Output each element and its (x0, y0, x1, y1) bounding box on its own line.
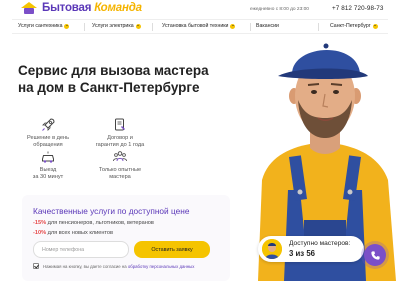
team-icon (113, 151, 127, 162)
city-selector-label: Санкт-Петербург (330, 23, 371, 29)
site-header: Бытовая Команда ежедневно с 8:00 до 23:0… (0, 0, 400, 20)
submit-request-button[interactable]: Оставить заявку (134, 241, 210, 258)
feature-text-line1: Только опытные (98, 167, 142, 173)
car-icon (42, 151, 54, 163)
logo-text-part1: Бытовая (42, 2, 92, 14)
chevron-down-icon (372, 23, 378, 29)
feature-text-line2: за 30 минут (32, 174, 64, 180)
logo-text-part2: Команда (94, 2, 142, 14)
discount-line-pensioners: -15% для пенсионеров, льготников, ветера… (33, 220, 154, 226)
consent-text: Нажимая на кнопку, вы даете согласие на … (43, 263, 195, 269)
consent-row: Нажимая на кнопку, вы даете согласие на … (33, 263, 194, 269)
nav-divider (84, 23, 85, 31)
promo-card: Качественные услуги по доступной цене -1… (22, 195, 230, 281)
header-phone-link[interactable]: +7 812 720-98-73 (332, 5, 384, 12)
hero-title: Сервис для вызова мастера на дом в Санкт… (18, 62, 209, 96)
feature-text-line1: Договор и (107, 135, 133, 141)
nav-item-appliances[interactable]: Установка бытовой техники (162, 23, 236, 29)
consent-checkbox[interactable] (33, 263, 39, 269)
feature-contract: Договор и гарантия до 1 года (85, 117, 155, 149)
contract-icon (115, 118, 125, 131)
nav-item-plumber[interactable]: Услуги сантехника (18, 23, 70, 29)
hero-title-line2: на дом в Санкт-Петербурге (18, 80, 200, 95)
chevron-down-icon (230, 23, 236, 29)
phone-icon (370, 250, 380, 260)
feature-text-line1: Выезд (39, 167, 57, 173)
discount-line-new-clients: -10% для всех новых клиентов (33, 230, 113, 236)
discount-text: для всех новых клиентов (46, 230, 113, 236)
promo-title: Качественные услуги по доступной цене (33, 206, 190, 216)
masters-label: Доступно мастеров: (289, 240, 351, 247)
chevron-down-icon (135, 23, 141, 29)
call-button[interactable] (364, 244, 386, 266)
nav-item-label: Услуги сантехника (18, 23, 63, 29)
chevron-down-icon (64, 23, 70, 29)
hero-title-line1: Сервис для вызова мастера (18, 63, 209, 78)
masters-count: 3 из 56 (289, 249, 316, 258)
nav-item-label: Вакансии (256, 23, 279, 29)
rocket-icon (42, 118, 55, 131)
feature-text-line2: обращения (33, 142, 63, 148)
discount-percent: -15% (33, 220, 47, 226)
privacy-policy-link[interactable]: обработку персональных данных (128, 264, 195, 269)
feature-text-line1: Решение в день (27, 135, 69, 141)
nav-item-label: Установка бытовой техники (162, 23, 229, 29)
nav-item-label: Услуги электрика (92, 23, 134, 29)
logo[interactable]: Бытовая Команда (20, 2, 142, 14)
feature-experienced: Только опытные мастера (85, 149, 155, 181)
phone-number-input[interactable] (33, 241, 129, 258)
logo-house-icon (20, 2, 38, 14)
avatar (262, 239, 282, 259)
discount-text: для пенсионеров, льготников, ветеранов (46, 220, 154, 226)
city-selector[interactable]: Санкт-Петербург (330, 23, 378, 29)
feature-arrival: Выезд за 30 минут (13, 149, 83, 181)
feature-text-line2: гарантия до 1 года (95, 142, 145, 148)
nav-item-electrician[interactable]: Услуги электрика (92, 23, 141, 29)
working-hours: ежедневно с 8:00 до 23:00 (250, 7, 309, 12)
available-masters-badge: Доступно мастеров: 3 из 56 (258, 236, 364, 262)
feature-same-day: Решение в день обращения (13, 117, 83, 149)
discount-percent: -10% (33, 230, 47, 236)
nav-divider (152, 23, 153, 31)
nav-item-vacancies[interactable]: Вакансии (256, 23, 279, 29)
feature-text-line2: мастера (109, 174, 131, 180)
logo-text: Бытовая Команда (42, 2, 142, 14)
